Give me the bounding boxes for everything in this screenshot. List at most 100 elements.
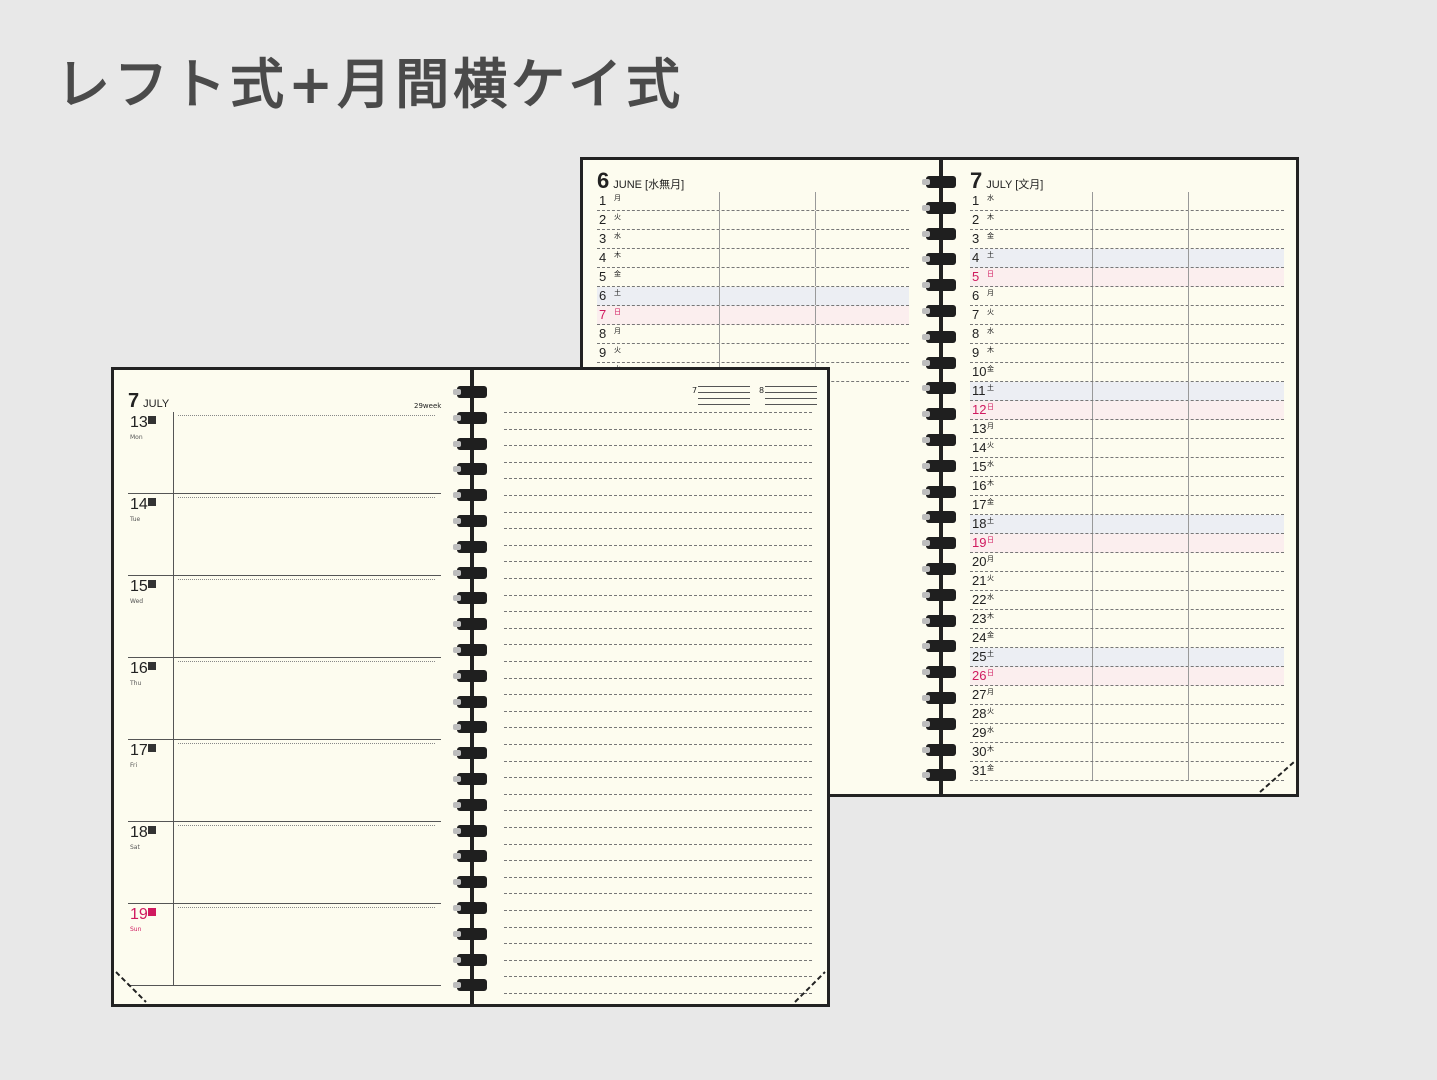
binder-ring-shade [453, 801, 461, 808]
column-divider [1188, 705, 1189, 723]
binder-ring-shade [453, 440, 461, 447]
column-divider [1188, 667, 1189, 685]
note-line [504, 412, 812, 413]
day-of-week: Fri [130, 762, 138, 769]
row-weekday: 火 [987, 574, 994, 582]
day-number: 16 [130, 660, 148, 677]
month-row: 8月 [597, 325, 909, 344]
note-line [504, 876, 812, 878]
column-divider [1092, 306, 1093, 324]
month-row: 31 金 [970, 762, 1284, 781]
time-divider [173, 412, 174, 493]
row-weekday: 月 [987, 555, 994, 563]
row-weekday: 火 [614, 213, 621, 221]
binder-ring [457, 747, 487, 760]
binder-ring-shade [453, 956, 461, 963]
month-row: 4土 [970, 249, 1284, 268]
row-weekday: 日 [987, 669, 994, 677]
time-divider [173, 494, 174, 575]
row-date: 15 [972, 459, 987, 474]
month-row: 5金 [597, 268, 909, 287]
note-line [504, 926, 812, 928]
column-divider [719, 287, 720, 305]
row-weekday: 水 [987, 726, 994, 734]
row-date: 21 [972, 573, 987, 588]
time-divider [173, 740, 174, 821]
hour-ticks [178, 415, 435, 420]
column-divider [1092, 382, 1093, 400]
day-number: 15 [130, 578, 148, 595]
column-divider [1092, 648, 1093, 666]
month-row: 5日 [970, 268, 1284, 287]
row-weekday: 土 [987, 251, 994, 259]
row-date: 17 [972, 497, 987, 512]
binder-ring [926, 743, 956, 756]
binder-ring [457, 515, 487, 527]
column-divider [815, 230, 816, 248]
column-divider [1092, 230, 1093, 248]
column-divider [1092, 515, 1093, 533]
month-row: 3水 [597, 230, 909, 249]
month-row: 27 月 [970, 686, 1284, 705]
column-divider [719, 325, 720, 343]
row-date: 31 [972, 763, 987, 778]
row-date: 24 [972, 630, 987, 645]
binder-ring-shade [922, 617, 930, 624]
month-row: 19 日 [970, 534, 1284, 553]
binder-ring-shade [922, 282, 930, 289]
month-row: 3金 [970, 230, 1284, 249]
note-line [504, 677, 812, 679]
binder-ring [457, 773, 487, 785]
column-divider [1188, 610, 1189, 628]
column-divider [1092, 496, 1093, 514]
row-weekday: 金 [987, 498, 994, 506]
binder-ring [926, 563, 956, 575]
binder-ring [457, 463, 487, 476]
row-weekday: 月 [987, 422, 994, 430]
binder-ring [926, 176, 956, 188]
row-weekday: 月 [987, 688, 994, 696]
note-line [504, 710, 812, 712]
day-row: 14 Tue [128, 494, 441, 576]
note-line [504, 860, 812, 862]
column-divider [1188, 496, 1189, 514]
row-weekday: 土 [987, 517, 994, 525]
row-date: 4 [599, 250, 607, 265]
binder-ring-shade [922, 643, 930, 650]
column-divider [1188, 420, 1189, 438]
row-weekday: 金 [987, 764, 994, 772]
binder-ring [457, 644, 487, 656]
column-divider [1188, 477, 1189, 495]
hour-ticks [178, 907, 435, 912]
month-row: 21 火 [970, 572, 1284, 591]
day-row: 15 Wed [128, 576, 441, 658]
binder-ring [926, 382, 956, 395]
row-weekday: 金 [987, 365, 994, 373]
weekday-badge [148, 580, 156, 588]
binder-ring-shade [453, 466, 461, 473]
column-divider [1092, 363, 1093, 381]
hour-ticks [178, 579, 435, 584]
column-divider [1092, 686, 1093, 704]
binder-ring-shade [453, 414, 461, 421]
row-date: 2 [972, 212, 980, 227]
binder-ring [926, 434, 956, 446]
time-divider [173, 658, 174, 739]
time-divider [173, 904, 174, 985]
binder-ring [926, 640, 956, 653]
binder-ring [457, 902, 487, 914]
binder-ring-shade [922, 591, 930, 598]
column-divider [1092, 458, 1093, 476]
row-date: 4 [972, 250, 980, 265]
column-divider [1188, 439, 1189, 457]
row-date: 19 [972, 535, 987, 550]
binder-ring [457, 540, 487, 553]
binder-ring [457, 669, 487, 682]
day-row: 13 Mon [128, 412, 441, 494]
month-row: 1水 [970, 192, 1284, 211]
row-date: 7 [599, 307, 607, 322]
column-divider [1092, 629, 1093, 647]
row-weekday: 木 [614, 251, 621, 259]
binder-ring-shade [922, 385, 930, 392]
binder-ring-shade [453, 698, 461, 705]
